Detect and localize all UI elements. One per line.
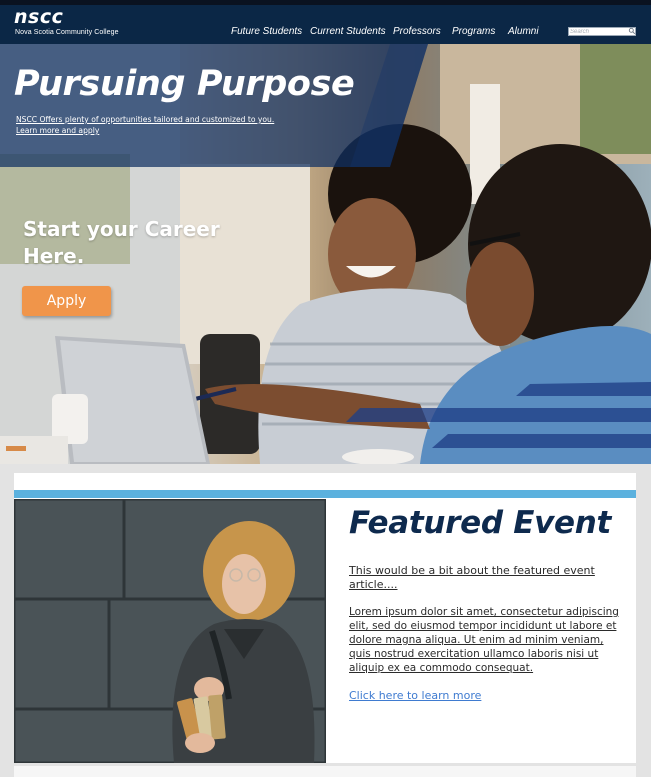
- featured-accent-bar: [14, 490, 636, 498]
- search-box: [568, 27, 636, 36]
- nav-programs[interactable]: Programs: [452, 26, 495, 37]
- featured-body: Lorem ipsum dolor sit amet, consectetur …: [349, 606, 619, 674]
- featured-intro: This would be a bit about the featured e…: [349, 564, 595, 591]
- site-header: nscc Nova Scotia Community College Futur…: [0, 5, 651, 44]
- nav-current-students[interactable]: Current Students: [310, 26, 386, 37]
- nav-professors[interactable]: Professors: [393, 26, 441, 37]
- featured-learn-more-link[interactable]: Click here to learn more: [349, 689, 481, 702]
- search-input[interactable]: [570, 27, 628, 36]
- hero-link-learn-more[interactable]: Learn more and apply: [16, 126, 99, 135]
- next-section-edge: [14, 766, 636, 777]
- hero-link-opportunities[interactable]: NSCC Offers plenty of opportunities tail…: [16, 115, 274, 124]
- featured-event-card: Featured Event This would be a bit about…: [14, 473, 636, 763]
- logo-subtitle: Nova Scotia Community College: [15, 29, 119, 36]
- hero-title: Pursuing Purpose: [14, 64, 355, 104]
- search-icon[interactable]: [628, 27, 636, 35]
- logo[interactable]: nscc: [14, 6, 63, 28]
- apply-button[interactable]: Apply: [22, 286, 111, 316]
- nav-future-students[interactable]: Future Students: [231, 26, 302, 37]
- hero-banner-overlay: [0, 44, 428, 167]
- career-heading: Start your Career Here.: [23, 217, 220, 268]
- featured-photo: [14, 499, 326, 763]
- nav-alumni[interactable]: Alumni: [508, 26, 539, 37]
- featured-title: Featured Event: [349, 505, 611, 541]
- hero-section: Pursuing Purpose NSCC Offers plenty of o…: [0, 44, 651, 464]
